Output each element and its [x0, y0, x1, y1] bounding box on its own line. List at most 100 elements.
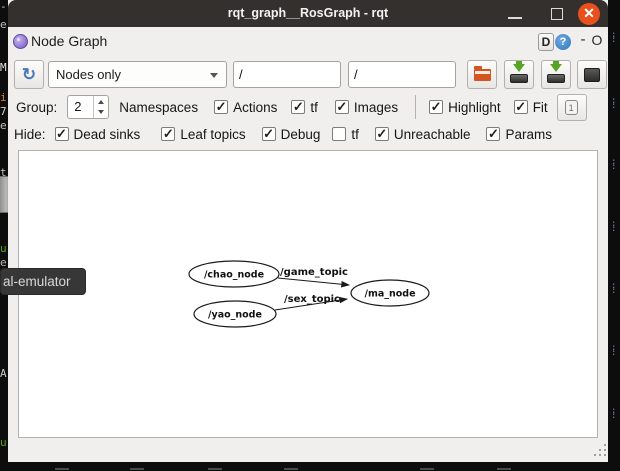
checkbox-label: Dead sinks [74, 127, 141, 142]
checkbox-debug[interactable]: Debug [262, 127, 321, 142]
background-text-fragment: A [0, 368, 7, 379]
background-mark [497, 468, 511, 470]
background-text-fragment: i [0, 92, 7, 103]
graph-edge-label: /sex_topic [284, 294, 340, 305]
background-text-fragment: e [0, 120, 7, 131]
background-mark [55, 468, 69, 470]
graph-edge [278, 278, 349, 285]
checkbox-actions[interactable]: Actions [214, 100, 277, 115]
one-to-one-icon: 1 [565, 100, 578, 115]
group-spinbox[interactable]: 2 [67, 95, 109, 119]
tooltip-text: al-emulator [3, 274, 71, 289]
checkbox-indicator [332, 127, 346, 141]
checkbox-label: Leaf topics [180, 127, 245, 142]
background-mark: : : [611, 33, 619, 43]
graph-edge-label: /game_topic [280, 267, 348, 278]
tooltip: al-emulator [0, 268, 86, 295]
plugin-float-button[interactable]: O [590, 32, 604, 48]
save-drive-icon [547, 74, 565, 83]
load-dot-button[interactable] [467, 60, 497, 89]
checkbox-indicator [486, 127, 500, 141]
namespaces-label: Namespaces [119, 100, 198, 115]
graph-node-label: /chao_node [204, 270, 264, 281]
node-filter-input[interactable]: / [233, 61, 341, 88]
background-text-fragment: u [0, 437, 7, 448]
rqt-window: rqt_graph__RosGraph - rqt ✕ Node Graph D… [8, 0, 608, 462]
maximize-icon[interactable] [551, 8, 563, 20]
background-mark [420, 468, 434, 470]
background-mark [284, 468, 298, 470]
checkbox-label: Unreachable [394, 127, 471, 142]
checkbox-dead-sinks[interactable]: Dead sinks [55, 127, 141, 142]
checkbox-indicator [375, 127, 389, 141]
resize-grip-icon[interactable] [594, 444, 607, 458]
separator [415, 95, 416, 119]
refresh-icon: ↻ [22, 65, 36, 84]
checkbox-tf[interactable]: tf [291, 100, 318, 115]
save-arrow-icon [513, 64, 525, 72]
checkbox-label: Images [354, 100, 398, 115]
close-button[interactable]: ✕ [578, 3, 600, 25]
window-title: rqt_graph__RosGraph - rqt [8, 0, 608, 27]
graph-canvas[interactable]: /game_topic/sex_topic/chao_node/yao_node… [18, 150, 598, 438]
options-row: Group: 2 Namespaces Actions tf Images Hi… [8, 94, 608, 120]
topic-filter-input[interactable]: / [348, 61, 456, 88]
background-text-fragment: 7 [0, 106, 7, 117]
refresh-button[interactable]: ↻ [14, 60, 44, 89]
graph-node-label: /yao_node [208, 310, 262, 321]
checkbox-label: tf [310, 100, 318, 115]
checkbox-hide-tf[interactable]: tf [332, 127, 359, 142]
close-icon: ✕ [583, 5, 595, 21]
plugin-header: Node Graph D ? - O [8, 27, 608, 57]
group-value: 2 [74, 99, 81, 114]
background-mark [208, 468, 222, 470]
background-mark: : : [611, 222, 619, 232]
background-text-fragment: e [0, 19, 7, 30]
dock-button[interactable]: D [538, 33, 554, 51]
background-mark: : : [611, 346, 619, 356]
checkbox-indicator [335, 100, 349, 114]
checkbox-indicator [55, 127, 69, 141]
plugin-title: Node Graph [31, 33, 107, 49]
background-mark: : : [611, 160, 619, 170]
checkbox-indicator [429, 100, 443, 114]
hide-row: Hide: Dead sinks Leaf topics Debug tf Un… [8, 121, 608, 147]
checkbox-indicator [214, 100, 228, 114]
save-dot-button[interactable] [504, 60, 534, 89]
checkbox-indicator [514, 100, 528, 114]
checkbox-images[interactable]: Images [335, 100, 398, 115]
checkbox-label: tf [351, 127, 359, 142]
background-text-fragment: e [0, 257, 7, 268]
node-graph-icon [13, 34, 28, 49]
checkbox-leaf-topics[interactable]: Leaf topics [161, 127, 245, 142]
snapshot-button[interactable] [577, 60, 607, 89]
plugin-minimize-button[interactable]: - [577, 31, 589, 48]
checkbox-indicator [161, 127, 175, 141]
save-image-button[interactable] [541, 60, 571, 89]
screen: -eMi7etueAu : :: :: :: :: :: :: : rqt_gr… [0, 0, 620, 471]
window-titlebar[interactable]: rqt_graph__RosGraph - rqt ✕ [8, 0, 608, 27]
save-drive-icon [510, 74, 528, 83]
fit-in-view-button[interactable]: 1 [557, 94, 587, 121]
hide-label: Hide: [14, 127, 46, 142]
checkbox-label: Debug [281, 127, 321, 142]
checkbox-indicator [291, 100, 305, 114]
checkbox-fit[interactable]: Fit [514, 100, 548, 115]
background-mark [130, 468, 144, 470]
checkbox-indicator [262, 127, 276, 141]
graph-type-select[interactable]: Nodes only [48, 61, 227, 88]
spinner-arrows-icon[interactable] [93, 96, 108, 118]
minimize-icon[interactable] [508, 17, 522, 19]
chevron-down-icon [210, 73, 218, 78]
checkbox-label: Highlight [448, 100, 501, 115]
checkbox-highlight[interactable]: Highlight [429, 100, 501, 115]
background-text-fragment: - [0, 1, 7, 12]
checkbox-label: Fit [533, 100, 548, 115]
background-mark: : : [611, 409, 619, 419]
background-text-fragment: M [0, 62, 7, 73]
checkbox-unreachable[interactable]: Unreachable [375, 127, 471, 142]
checkbox-label: Params [505, 127, 552, 142]
help-icon[interactable]: ? [555, 34, 571, 50]
save-arrow-icon [550, 64, 562, 72]
checkbox-params[interactable]: Params [486, 127, 552, 142]
